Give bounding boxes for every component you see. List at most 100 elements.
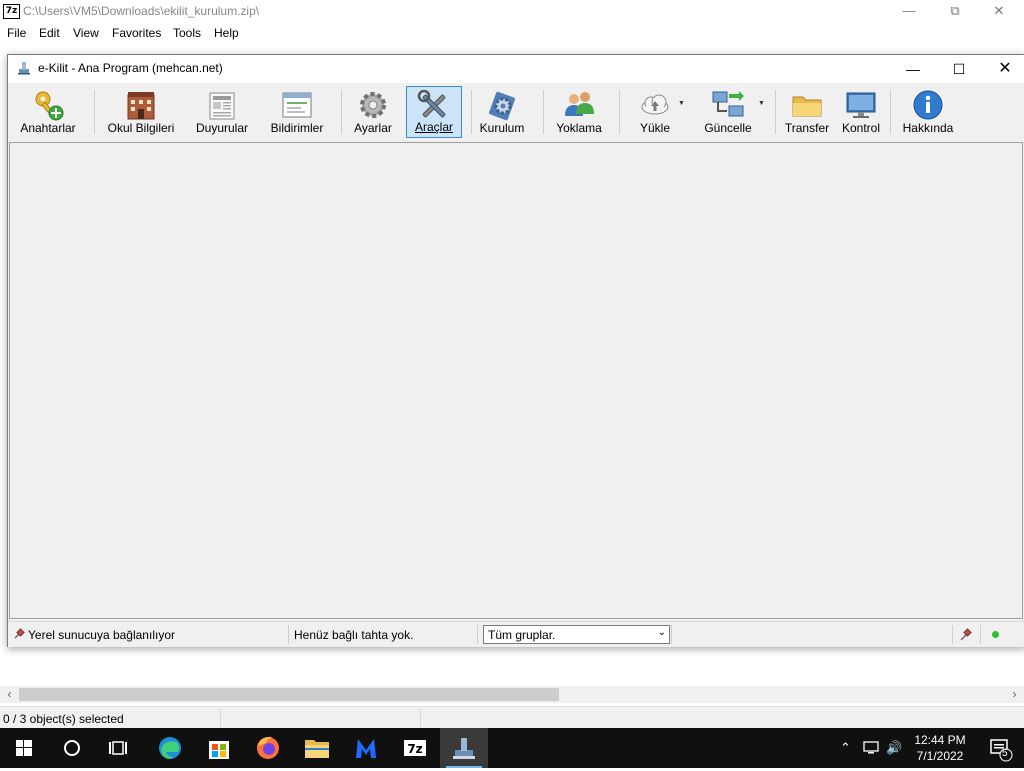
- task-view-icon: [109, 741, 127, 755]
- background-window-title: C:\Users\VM5\Downloads\ekilit_kurulum.zi…: [23, 4, 260, 18]
- ekilit-app-icon: [18, 62, 30, 75]
- status-divider: [671, 625, 672, 644]
- toolbar-label: Yükle: [639, 121, 671, 135]
- status-divider: [420, 709, 421, 727]
- newspaper-icon: [209, 92, 235, 120]
- scroll-left-icon[interactable]: ‹: [1, 686, 18, 703]
- tray-clock[interactable]: 12:44 PM 7/1/2022: [905, 732, 975, 764]
- toolbar-yoklama-button[interactable]: Yoklama: [551, 86, 607, 138]
- toolbar-transfer-button[interactable]: Transfer: [781, 86, 833, 138]
- toolbar-separator: [341, 90, 342, 134]
- status-divider: [952, 625, 953, 644]
- info-icon: [913, 90, 943, 120]
- taskbar-malwarebytes[interactable]: [342, 728, 390, 768]
- toolbar-hakkinda-button[interactable]: Hakkında: [896, 86, 960, 138]
- background-restore-button[interactable]: ⧉: [932, 2, 978, 20]
- status-divider: [220, 709, 221, 727]
- setup-gear-icon: [489, 91, 515, 121]
- minimize-button[interactable]: —: [890, 55, 936, 83]
- main-statusbar: Yerel sunucuya bağlanılıyor Henüz bağlı …: [8, 621, 1024, 647]
- background-titlebar: 7z C:\Users\VM5\Downloads\ekilit_kurulum…: [0, 0, 1024, 22]
- menu-help[interactable]: Help: [214, 26, 239, 40]
- network-icon[interactable]: [863, 740, 879, 756]
- close-button[interactable]: ✕: [982, 55, 1024, 83]
- toolbar-separator: [775, 90, 776, 134]
- school-building-icon: [127, 92, 155, 120]
- taskbar-store[interactable]: [195, 728, 243, 768]
- menu-file[interactable]: File: [7, 26, 26, 40]
- toolbar-duyurular-button[interactable]: Duyurular: [189, 86, 255, 138]
- 7zip-icon: 7z: [404, 740, 426, 756]
- server-plug-icon[interactable]: [959, 628, 973, 641]
- toolbar-label: Duyurular: [195, 121, 249, 135]
- yukle-dropdown-arrow-icon[interactable]: ▼: [678, 100, 685, 107]
- scroll-right-icon[interactable]: ›: [1006, 686, 1023, 703]
- start-icon: [16, 740, 32, 756]
- toolbar-yukle-button[interactable]: Yükle: [630, 86, 680, 138]
- toolbar-label: Yoklama: [556, 121, 602, 135]
- store-icon: [209, 741, 229, 759]
- board-status-text: Henüz bağlı tahta yok.: [294, 628, 414, 642]
- toolbar-label: Ayarlar: [354, 121, 392, 135]
- toolbar-label: Güncelle: [704, 121, 752, 135]
- toolbar-label: Kontrol: [841, 121, 881, 135]
- background-menubar: File Edit View Favorites Tools Help: [0, 23, 1024, 43]
- clock-date: 7/1/2022: [916, 749, 964, 763]
- malwarebytes-icon: [356, 739, 376, 758]
- main-window-title: e-Kilit - Ana Program (mehcan.net): [38, 61, 223, 75]
- toolbar-kontrol-button[interactable]: Kontrol: [837, 86, 885, 138]
- menu-view[interactable]: View: [73, 26, 99, 40]
- toolbar-label: Bildirimler: [270, 121, 324, 135]
- scrollbar-thumb[interactable]: [19, 688, 559, 701]
- task-view-button[interactable]: [96, 728, 144, 768]
- start-button[interactable]: [0, 728, 48, 768]
- background-close-button[interactable]: ✕: [976, 2, 1022, 20]
- group-filter-select[interactable]: Tüm gruplar. ⌄: [483, 625, 670, 644]
- clock-time: 12:44 PM: [914, 733, 966, 747]
- guncelle-dropdown-arrow-icon[interactable]: ▼: [758, 100, 765, 107]
- toolbar-separator: [543, 90, 544, 134]
- people-icon: [565, 92, 594, 116]
- windows-taskbar: 7z ⌃ 🔊 12:44 PM 7/1/2022 5: [0, 728, 1024, 768]
- taskbar-edge[interactable]: [146, 728, 194, 768]
- toolbar-separator: [619, 90, 620, 134]
- tray-chevron-up-icon[interactable]: ⌃: [840, 740, 851, 756]
- toolbar-ayarlar-button[interactable]: Ayarlar: [348, 86, 398, 138]
- status-divider: [980, 625, 981, 644]
- background-minimize-button[interactable]: —: [886, 2, 932, 20]
- toolbar-kurulum-button[interactable]: Kurulum: [476, 86, 528, 138]
- search-icon: [64, 740, 80, 756]
- toolbar-guncelle-button[interactable]: Güncelle: [696, 86, 760, 138]
- menu-edit[interactable]: Edit: [39, 26, 60, 40]
- maximize-button[interactable]: ☐: [936, 55, 982, 83]
- background-horizontal-scrollbar[interactable]: ‹ ›: [0, 686, 1024, 703]
- cloud-upload-icon: [641, 94, 669, 115]
- notification-window-icon: [282, 92, 312, 118]
- folder-icon: [792, 96, 822, 117]
- main-content-area[interactable]: [9, 142, 1023, 619]
- toolbar-anahtarlar-button[interactable]: Anahtarlar: [13, 86, 83, 138]
- toolbar-araclar-button[interactable]: Araçlar: [406, 86, 462, 138]
- file-explorer-icon: [305, 740, 329, 758]
- tools-icon: [417, 90, 446, 118]
- action-center-button[interactable]: 5: [976, 728, 1024, 768]
- gear-icon: [360, 92, 386, 118]
- toolbar-separator: [890, 90, 891, 134]
- toolbar-separator: [471, 90, 472, 134]
- key-add-icon: [35, 91, 64, 121]
- monitor-icon: [846, 92, 876, 118]
- menu-favorites[interactable]: Favorites: [112, 26, 161, 40]
- search-button[interactable]: [48, 728, 96, 768]
- ekilit-main-window: e-Kilit - Ana Program (mehcan.net) — ☐ ✕…: [7, 54, 1024, 647]
- svg-text:7z: 7z: [407, 742, 422, 756]
- taskbar-7zip[interactable]: 7z: [391, 728, 439, 768]
- toolbar-bildirimler-button[interactable]: Bildirimler: [264, 86, 330, 138]
- taskbar-file-explorer[interactable]: [293, 728, 341, 768]
- group-filter-value: Tüm gruplar.: [488, 628, 556, 642]
- toolbar-okul-bilgileri-button[interactable]: Okul Bilgileri: [102, 86, 180, 138]
- menu-tools[interactable]: Tools: [173, 26, 201, 40]
- firefox-icon: [257, 736, 279, 759]
- taskbar-ekilit[interactable]: [440, 728, 488, 768]
- volume-icon[interactable]: 🔊: [886, 740, 902, 756]
- taskbar-firefox[interactable]: [244, 728, 292, 768]
